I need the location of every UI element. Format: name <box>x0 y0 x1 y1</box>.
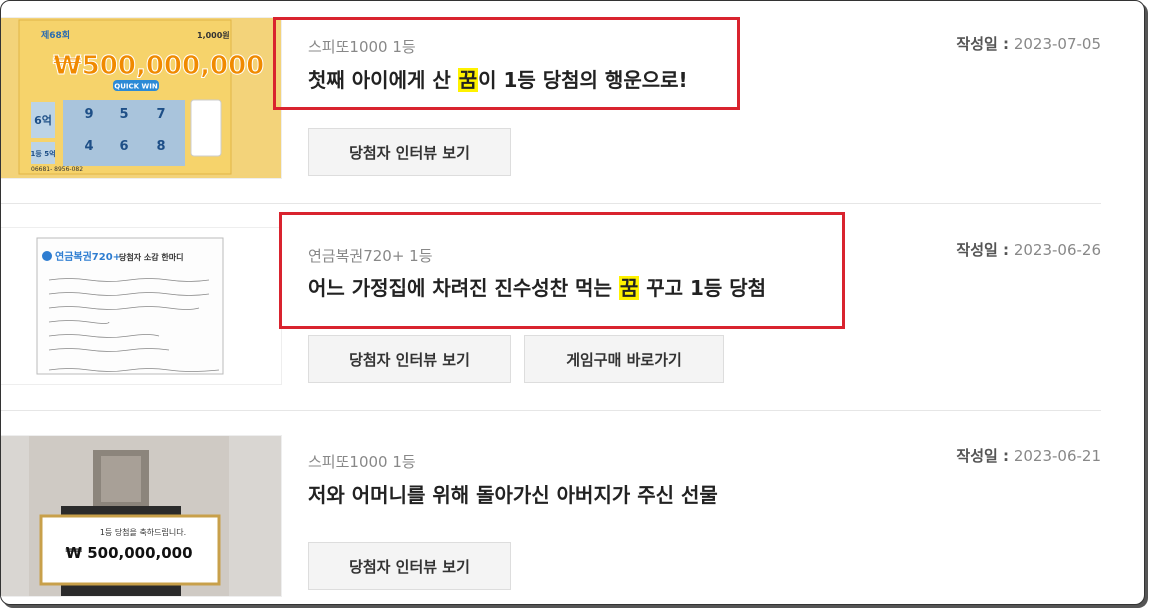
post-date: 작성일 : 2023-07-05 <box>956 33 1101 54</box>
title-text: 저와 어머니를 위해 돌아가신 아버지가 주신 선물 <box>308 483 718 507</box>
svg-text:6: 6 <box>119 139 128 154</box>
winner-photo-image: 1등 당첨을 축하드립니다. ₩ 500,000,000 <box>29 436 229 596</box>
winner-interview-button[interactable]: 당첨자 인터뷰 보기 <box>308 128 511 176</box>
svg-text:5: 5 <box>119 107 128 122</box>
note-logo: 연금복권720+ <box>55 250 121 263</box>
note-heading: 당첨자 소감 한마디 <box>119 252 183 262</box>
svg-text:8: 8 <box>156 139 165 154</box>
winner-interview-button[interactable]: 당첨자 인터뷰 보기 <box>308 335 511 383</box>
handwritten-note-image: 연금복권720+ 당첨자 소감 한마디 <box>36 237 224 375</box>
date-label: 작성일 : <box>956 447 1010 465</box>
post-thumbnail[interactable]: 1등 당첨을 축하드립니다. ₩ 500,000,000 <box>1 435 282 597</box>
svg-text:9: 9 <box>84 107 93 122</box>
ticket-quick-win: QUICK WIN <box>114 83 158 91</box>
svg-text:06681- 8956-082: 06681- 8956-082 <box>31 166 83 173</box>
divider <box>1 410 1101 411</box>
post-date: 작성일 : 2023-06-26 <box>956 239 1101 260</box>
post-category: 스피또1000 1등 <box>308 453 416 471</box>
winner-interview-button[interactable]: 당첨자 인터뷰 보기 <box>308 542 511 590</box>
post-thumbnail[interactable]: 제68회 1,000원 ₩500,000,000 QUICK WIN 6억 9 … <box>1 17 282 179</box>
ticket-amount: ₩500,000,000 <box>53 51 264 81</box>
divider <box>1 203 1101 204</box>
date-value: 2023-06-26 <box>1013 241 1101 259</box>
post-thumbnail[interactable]: 연금복권720+ 당첨자 소감 한마디 <box>1 227 282 385</box>
date-label: 작성일 : <box>956 35 1010 53</box>
annotation-box <box>279 212 845 329</box>
post-title[interactable]: 저와 어머니를 위해 돌아가신 아버지가 주신 선물 <box>308 479 718 508</box>
buy-game-button[interactable]: 게임구매 바로가기 <box>524 335 724 383</box>
post-date: 작성일 : 2023-06-21 <box>956 445 1101 466</box>
ticket-price: 1,000원 <box>197 30 230 40</box>
date-value: 2023-06-21 <box>1013 447 1101 465</box>
date-value: 2023-07-05 <box>1013 35 1101 53</box>
content-frame: 제68회 1,000원 ₩500,000,000 QUICK WIN 6억 9 … <box>0 0 1145 605</box>
svg-text:4: 4 <box>84 139 93 154</box>
board-text: 1등 당첨을 축하드립니다. <box>100 527 186 537</box>
annotation-box <box>273 17 740 110</box>
svg-text:1등 5억: 1등 5억 <box>30 149 55 158</box>
svg-text:6억: 6억 <box>34 114 52 127</box>
scratch-ticket-image: 제68회 1,000원 ₩500,000,000 QUICK WIN 6억 9 … <box>18 19 265 175</box>
board-amount: ₩ 500,000,000 <box>65 544 192 562</box>
ticket-round: 제68회 <box>41 29 70 41</box>
svg-text:7: 7 <box>156 107 165 122</box>
date-label: 작성일 : <box>956 241 1010 259</box>
